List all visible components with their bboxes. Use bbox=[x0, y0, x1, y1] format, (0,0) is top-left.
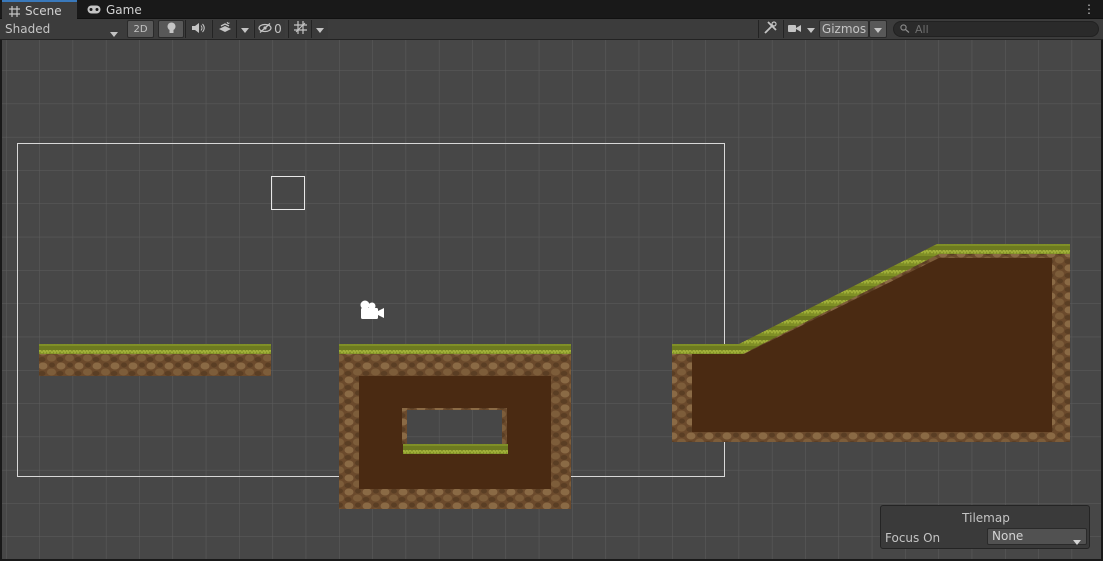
search-input[interactable] bbox=[915, 22, 1095, 36]
effects-layers-icon bbox=[218, 21, 232, 36]
tools-button[interactable] bbox=[758, 20, 782, 38]
lightbulb-icon bbox=[167, 22, 176, 37]
grid-icon bbox=[9, 5, 20, 17]
tab-game-label: Game bbox=[106, 2, 142, 17]
tilemap-overlay-panel: Tilemap Focus On None bbox=[880, 505, 1090, 549]
scene-toolbar: Shaded 2D 0 Gizmos All bbox=[0, 19, 1103, 40]
platform-left[interactable] bbox=[39, 344, 271, 376]
grid-dropdown-button[interactable] bbox=[311, 20, 328, 38]
gizmos-label: Gizmos bbox=[821, 22, 867, 36]
focus-on-value: None bbox=[992, 529, 1024, 543]
gamepad-icon bbox=[87, 5, 101, 14]
scene-canvas[interactable] bbox=[2, 40, 1101, 559]
grid-toggle-button[interactable] bbox=[288, 20, 311, 38]
chevron-down-icon bbox=[1073, 534, 1081, 549]
shading-mode-dropdown[interactable]: Shaded bbox=[0, 19, 124, 39]
video-camera-icon bbox=[788, 22, 801, 36]
chevron-down-icon bbox=[110, 26, 118, 40]
tab-game[interactable]: Game bbox=[80, 0, 150, 19]
effects-toggle-button[interactable] bbox=[212, 20, 236, 38]
tab-scene[interactable]: Scene bbox=[2, 0, 77, 20]
gizmos-button[interactable]: Gizmos bbox=[819, 20, 869, 38]
gizmos-dropdown-button[interactable] bbox=[869, 20, 887, 38]
focus-on-dropdown[interactable]: None bbox=[987, 528, 1087, 545]
scene-viewport[interactable] bbox=[2, 40, 1101, 559]
search-icon bbox=[900, 22, 910, 36]
eye-slash-icon bbox=[258, 22, 273, 36]
hidden-objects-count: 0 bbox=[274, 22, 282, 36]
chevron-down-icon bbox=[316, 22, 324, 36]
shading-mode-value: Shaded bbox=[5, 22, 51, 36]
chevron-down-icon bbox=[807, 22, 815, 36]
2d-mode-button[interactable]: 2D bbox=[127, 20, 154, 38]
tab-bar: Scene Game ⋮ bbox=[0, 0, 1103, 20]
scene-visibility-button[interactable]: 0 bbox=[254, 20, 285, 38]
lighting-toggle-button[interactable] bbox=[158, 20, 184, 38]
more-menu-icon[interactable]: ⋮ bbox=[1083, 2, 1095, 16]
grid-snap-icon bbox=[293, 21, 307, 37]
speaker-icon bbox=[192, 22, 205, 36]
camera-settings-button[interactable] bbox=[783, 20, 819, 38]
2d-mode-label: 2D bbox=[133, 23, 148, 35]
audio-toggle-button[interactable] bbox=[185, 20, 211, 38]
tab-scene-label: Scene bbox=[25, 4, 62, 18]
focus-on-label: Focus On bbox=[885, 531, 941, 545]
chevron-down-icon bbox=[241, 22, 249, 36]
platform-middle[interactable] bbox=[339, 344, 571, 509]
hierarchy-search-field[interactable] bbox=[893, 21, 1099, 37]
tilemap-title: Tilemap bbox=[962, 511, 1010, 525]
chevron-down-icon bbox=[874, 22, 882, 36]
effects-dropdown-button[interactable] bbox=[236, 20, 253, 38]
wrench-screwdriver-icon bbox=[764, 21, 777, 37]
